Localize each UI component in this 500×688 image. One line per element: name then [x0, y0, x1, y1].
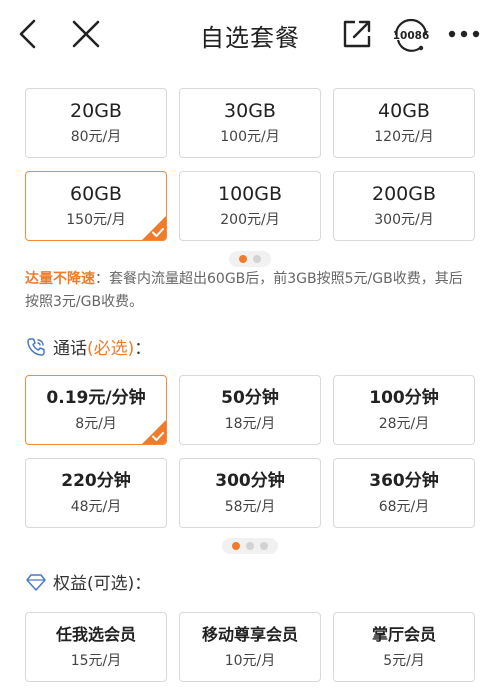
voice-label: 通话: [53, 339, 87, 359]
pager-dot[interactable]: [246, 542, 254, 550]
plan-amount: 30GB: [224, 100, 276, 122]
voice-plan-card[interactable]: 360分钟 68元/月: [333, 458, 475, 528]
plan-price: 8元/月: [75, 416, 117, 432]
pager-dot-active[interactable]: [239, 255, 247, 263]
benefit-label: 权益(可选): [53, 574, 135, 594]
plan-price: 150元/月: [66, 212, 126, 228]
plan-amount: 20GB: [70, 100, 122, 122]
voice-plan-card[interactable]: 50分钟 18元/月: [179, 375, 321, 445]
benefit-suffix: ：: [134, 574, 152, 594]
voice-required: (必选): [87, 339, 135, 359]
voice-plan-card[interactable]: 300分钟 58元/月: [179, 458, 321, 528]
plan-price: 5元/月: [383, 653, 425, 669]
plan-amount: 360分钟: [369, 471, 439, 491]
plan-amount: 200GB: [371, 183, 437, 205]
plan-amount: 任我选会员: [55, 625, 136, 644]
data-plan-card[interactable]: 60GB 150元/月: [25, 171, 167, 241]
top-bar: 自选套餐 10086: [0, 0, 500, 70]
voice-suffix: ：: [134, 339, 152, 359]
plan-price: 58元/月: [224, 499, 276, 515]
plan-amount: 移动尊享会员: [201, 625, 298, 644]
voice-plan-pager[interactable]: [222, 538, 278, 554]
plan-price: 200元/月: [220, 212, 280, 228]
data-plan-card[interactable]: 100GB 200元/月: [179, 171, 321, 241]
data-plan-grid: 20GB 80元/月 30GB 100元/月 40GB 120元/月 60GB …: [25, 88, 475, 241]
plan-amount: 100分钟: [369, 388, 439, 408]
plan-amount: 60GB: [70, 183, 122, 205]
plan-price: 120元/月: [374, 129, 434, 145]
pager-dot[interactable]: [253, 255, 261, 263]
diamond-icon: [25, 571, 47, 593]
plan-note: 达量不降速：套餐内流量超出60GB后，前3GB按照5元/GB收费，其后按照3元/…: [25, 268, 475, 314]
share-icon: [343, 20, 371, 48]
voice-plan-grid: 0.19元/分钟 8元/月 50分钟 18元/月 100分钟 28元/月 220…: [25, 375, 475, 528]
pager-dot-active[interactable]: [232, 542, 240, 550]
plan-price: 18元/月: [224, 416, 276, 432]
plan-price: 80元/月: [70, 129, 122, 145]
voice-plan-card[interactable]: 220分钟 48元/月: [25, 458, 167, 528]
plan-amount: 0.19元/分钟: [46, 388, 146, 408]
service-number: 10086: [393, 30, 430, 42]
check-icon: [142, 216, 166, 240]
plan-amount: 300分钟: [215, 471, 285, 491]
voice-section-label: 通话 (必选)：: [25, 334, 151, 359]
phone-icon: [25, 336, 47, 358]
customer-service-icon: 10086: [393, 18, 430, 52]
close-icon: [72, 20, 100, 48]
chevron-left-icon: [19, 19, 36, 49]
plan-amount: 220分钟: [61, 471, 131, 491]
voice-plan-card[interactable]: 100分钟 28元/月: [333, 375, 475, 445]
plan-price: 100元/月: [220, 129, 280, 145]
plan-price: 10元/月: [224, 653, 276, 669]
data-plan-card[interactable]: 30GB 100元/月: [179, 88, 321, 158]
plan-price: 15元/月: [70, 653, 122, 669]
plan-price: 300元/月: [374, 212, 434, 228]
plan-amount: 掌厅会员: [371, 625, 436, 644]
more-button[interactable]: [444, 14, 484, 54]
plan-price: 28元/月: [378, 416, 430, 432]
note-highlight: 达量不降速: [25, 271, 95, 287]
plan-amount: 50分钟: [221, 388, 279, 408]
more-icon: [448, 30, 480, 38]
share-button[interactable]: [337, 14, 377, 54]
benefit-plan-card[interactable]: 移动尊享会员 10元/月: [179, 612, 321, 682]
check-icon: [142, 420, 166, 444]
benefit-plan-card[interactable]: 任我选会员 15元/月: [25, 612, 167, 682]
benefit-plan-card[interactable]: 掌厅会员 5元/月: [333, 612, 475, 682]
data-plan-card[interactable]: 20GB 80元/月: [25, 88, 167, 158]
data-plan-card[interactable]: 200GB 300元/月: [333, 171, 475, 241]
page-title: 自选套餐: [200, 24, 300, 52]
plan-amount: 100GB: [217, 183, 283, 205]
close-button[interactable]: [66, 14, 106, 54]
pager-dot[interactable]: [260, 542, 268, 550]
benefit-section-label: 权益(可选)：: [25, 569, 151, 594]
data-plan-pager[interactable]: [229, 251, 271, 267]
benefit-plan-grid: 任我选会员 15元/月 移动尊享会员 10元/月 掌厅会员 5元/月: [25, 612, 475, 682]
data-plan-card[interactable]: 40GB 120元/月: [333, 88, 475, 158]
plan-price: 68元/月: [378, 499, 430, 515]
customer-service-button[interactable]: 10086: [388, 14, 434, 54]
plan-amount: 40GB: [378, 100, 430, 122]
back-button[interactable]: [8, 14, 48, 54]
plan-price: 48元/月: [70, 499, 122, 515]
voice-plan-card[interactable]: 0.19元/分钟 8元/月: [25, 375, 167, 445]
